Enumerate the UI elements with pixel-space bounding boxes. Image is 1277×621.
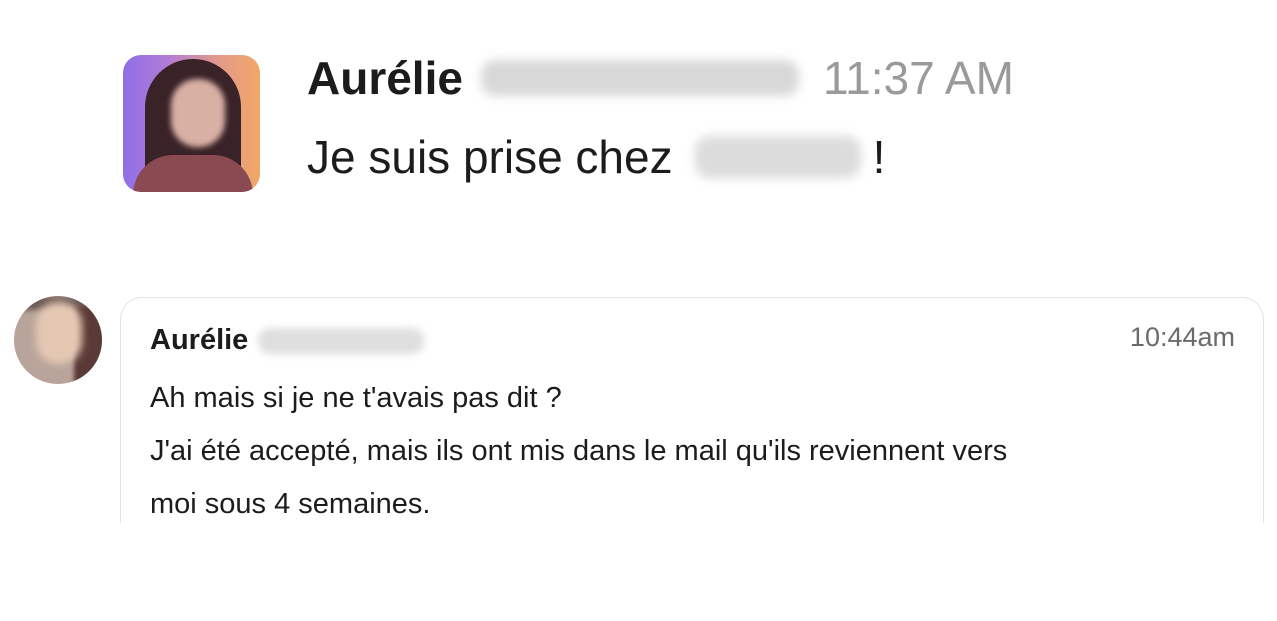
message-timestamp[interactable]: 11:37 AM [823,55,1014,101]
message-text-after: ! [872,131,886,183]
message-text-before: Je suis prise chez [307,131,673,183]
avatar[interactable] [123,55,260,192]
redacted-last-name [258,327,425,354]
card-message-body: Ah mais si je ne t'avais pas dit ? J'ai … [150,372,1007,531]
card-message-line: Ah mais si je ne t'avais pas dit ? [150,382,562,414]
card-message-line: moi sous 4 semaines. [150,488,431,520]
card-message-line: J'ai été accepté, mais ils ont mis dans … [150,435,1008,467]
avatar-face-blurred [171,79,225,147]
message-card: Aurélie 10:44am Ah mais si je ne t'avais… [120,297,1264,523]
message-text: Je suis prise chez ! [307,131,1014,183]
message-content: Aurélie 11:37 AM Je suis prise chez ! [307,55,1014,183]
message-top: Aurélie 11:37 AM Je suis prise chez ! [123,55,1163,195]
message-header: Aurélie 11:37 AM [307,55,1014,101]
redacted-company-name [694,136,861,178]
avatar-face-blurred [36,302,82,364]
card-author-name[interactable]: Aurélie [150,324,248,357]
avatar-small[interactable] [14,296,102,384]
author-name[interactable]: Aurélie [307,55,463,101]
card-header: Aurélie [150,324,425,357]
card-timestamp[interactable]: 10:44am [1130,322,1235,353]
redacted-last-name [480,60,799,96]
